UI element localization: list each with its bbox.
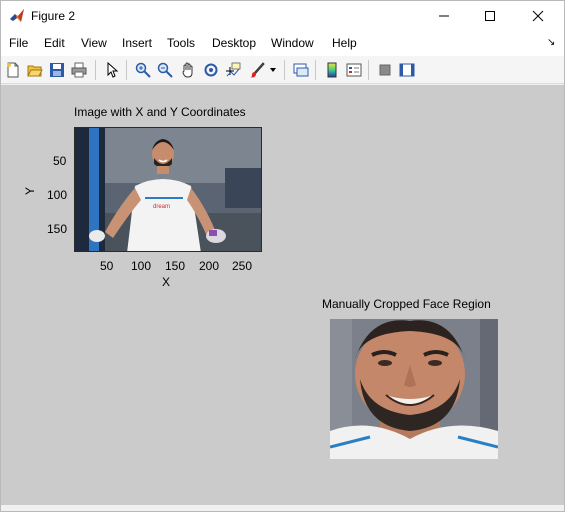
y-tick-label: 150	[47, 222, 68, 236]
zoom-out-button[interactable]	[155, 60, 175, 80]
minimize-button[interactable]	[421, 1, 467, 31]
figure-canvas[interactable]: Image with X and Y Coordinates dream 50 …	[1, 85, 564, 505]
maximize-icon	[485, 11, 495, 21]
y-tick-label: 100	[47, 188, 68, 202]
menu-help[interactable]: Help	[332, 36, 357, 50]
toolbar-separator	[315, 60, 316, 80]
zoom-out-icon	[157, 62, 173, 78]
menu-insert[interactable]: Insert	[122, 36, 152, 50]
save-icon	[50, 63, 64, 77]
data-cursor-icon	[226, 62, 241, 77]
link-plot-icon	[293, 63, 309, 77]
insert-colorbar-button[interactable]	[322, 60, 342, 80]
data-cursor-button[interactable]	[223, 60, 243, 80]
zoom-in-button[interactable]	[133, 60, 153, 80]
y-axis-label: Y	[23, 186, 38, 196]
insert-legend-button[interactable]	[344, 60, 364, 80]
menu-window[interactable]: Window	[271, 36, 314, 50]
print-icon	[71, 62, 87, 78]
new-figure-icon	[7, 62, 19, 78]
window-title: Figure 2	[31, 9, 76, 23]
face-photo	[330, 319, 498, 459]
figure-window: Figure 2 File Edit View Insert Tools Des…	[0, 0, 565, 512]
zoom-in-icon	[135, 62, 151, 78]
x-tick-label: 200	[199, 259, 220, 273]
menu-desktop[interactable]: Desktop	[212, 36, 256, 50]
print-button[interactable]	[69, 60, 89, 80]
athlete-photo: dream	[75, 128, 261, 251]
toolbar-separator	[95, 60, 96, 80]
minimize-icon	[439, 15, 449, 17]
menu-file[interactable]: File	[9, 36, 28, 50]
title-bar: Figure 2	[1, 1, 564, 31]
edit-plot-icon	[107, 62, 119, 78]
new-figure-button[interactable]	[3, 60, 23, 80]
y-tick-label: 50	[53, 154, 67, 168]
cropped-face-image	[330, 319, 498, 459]
rotate-3d-icon	[204, 63, 218, 77]
athlete-image: dream	[74, 127, 262, 252]
toolbar-separator	[368, 60, 369, 80]
show-plot-tools-button[interactable]	[397, 60, 417, 80]
show-plot-tools-icon	[399, 63, 415, 77]
rotate-3d-button[interactable]	[201, 60, 221, 80]
brush-icon	[250, 62, 265, 78]
svg-text:dream: dream	[153, 204, 170, 210]
save-button[interactable]	[47, 60, 67, 80]
menu-view[interactable]: View	[81, 36, 107, 50]
x-tick-label: 250	[232, 259, 253, 273]
axes1-title: Image with X and Y Coordinates	[74, 105, 246, 119]
open-file-button[interactable]	[25, 60, 45, 80]
dropdown-arrow-icon	[270, 68, 276, 72]
x-tick-label: 150	[165, 259, 186, 273]
figure-toolbar	[1, 56, 564, 84]
link-plot-button[interactable]	[291, 60, 311, 80]
pan-icon	[182, 62, 193, 78]
colorbar-icon	[327, 62, 337, 78]
menu-edit[interactable]: Edit	[44, 36, 65, 50]
menu-tools[interactable]: Tools	[167, 36, 195, 50]
edit-plot-button[interactable]	[102, 60, 122, 80]
axes2-title: Manually Cropped Face Region	[322, 297, 491, 311]
open-file-icon	[27, 65, 43, 77]
toolbar-separator	[284, 60, 285, 80]
x-axis-label: X	[162, 275, 171, 289]
hide-plot-tools-button[interactable]	[375, 60, 395, 80]
legend-icon	[346, 63, 362, 77]
close-button[interactable]	[515, 1, 561, 31]
matlab-logo-icon	[9, 8, 25, 24]
brush-dropdown-button[interactable]	[267, 60, 279, 80]
close-icon	[532, 10, 544, 22]
maximize-button[interactable]	[467, 1, 513, 31]
menu-bar: File Edit View Insert Tools Desktop Wind…	[1, 31, 564, 56]
dock-arrow-icon[interactable]: ↘	[547, 37, 555, 48]
x-tick-label: 50	[100, 259, 114, 273]
brush-button[interactable]	[247, 60, 267, 80]
x-tick-label: 100	[131, 259, 152, 273]
hide-plot-tools-icon	[379, 64, 391, 76]
pan-button[interactable]	[178, 60, 198, 80]
toolbar-separator	[126, 60, 127, 80]
